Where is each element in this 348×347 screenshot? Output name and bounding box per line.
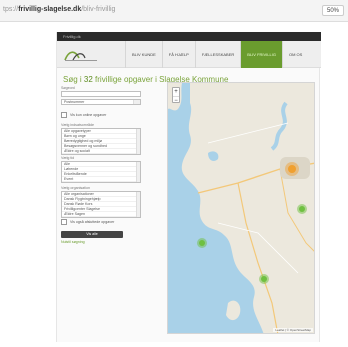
url-text[interactable]: tps://frivillig-slagelse.dk/bliv-frivill… bbox=[3, 6, 115, 13]
zoom-out-button[interactable]: − bbox=[173, 96, 179, 104]
area-group: Vælg indsatsområde Alle opgavetyper Børn… bbox=[61, 123, 141, 155]
nav-item-bliv-frivillig[interactable]: Bliv frivillig bbox=[240, 41, 282, 68]
map-canvas[interactable] bbox=[168, 83, 315, 334]
nav-item-faellesskaber[interactable]: Fællesskaber bbox=[194, 41, 240, 68]
filter-sidebar: Søgeord Postnummer Vis kun online opgave… bbox=[61, 86, 141, 336]
org-listbox[interactable]: Alle organisationer Dansk Flygtningehjæl… bbox=[61, 191, 141, 218]
also-show-group: Vis også afsluttede opgaver bbox=[61, 218, 141, 225]
online-only-group: Vis kun online opgaver bbox=[61, 111, 141, 118]
map-cluster-marker bbox=[299, 206, 305, 212]
topbar-text: Frivillig.dk bbox=[63, 34, 81, 39]
web-page: Frivillig.dk Bliv kunde Få hjælp Fælless… bbox=[56, 32, 321, 342]
list-item[interactable]: Ældre og socialt bbox=[62, 149, 140, 154]
main-navigation: Bliv kunde Få hjælp Fællesskaber Bliv fr… bbox=[125, 41, 308, 68]
nav-item-om-os[interactable]: Om os bbox=[281, 41, 308, 68]
url-domain: frivillig-slagelse.dk bbox=[18, 6, 82, 13]
zoom-in-button[interactable]: + bbox=[173, 88, 179, 96]
also-show-label: Vis også afsluttede opgaver bbox=[70, 219, 115, 224]
postcode-value: Postnummer bbox=[64, 100, 85, 104]
area-scrollbar[interactable] bbox=[136, 129, 140, 154]
map-cluster-marker bbox=[288, 165, 296, 173]
map-land bbox=[181, 83, 314, 333]
also-show-checkbox[interactable]: Vis også afsluttede opgaver bbox=[61, 218, 141, 225]
online-only-checkbox[interactable]: Vis kun online opgaver bbox=[61, 111, 141, 118]
map-attribution[interactable]: Leaflet | © OpenStreetMap bbox=[273, 328, 313, 332]
list-item[interactable]: Ældre Sagen bbox=[62, 212, 140, 217]
time-group: Vælg tid Alle Løbende Enkeltstående Even… bbox=[61, 156, 141, 183]
search-input[interactable] bbox=[61, 91, 141, 97]
site-logo[interactable] bbox=[63, 46, 99, 64]
url-prefix: tps:// bbox=[3, 6, 19, 13]
map-cluster-marker bbox=[261, 276, 267, 282]
url-path: /bliv-frivillig bbox=[81, 6, 116, 13]
checkbox-icon[interactable] bbox=[61, 111, 67, 118]
postcode-input[interactable]: Postnummer bbox=[61, 99, 141, 105]
actions-group: Vis alle Nulstil søgning bbox=[61, 231, 141, 244]
nav-item-bliv-kunde[interactable]: Bliv kunde bbox=[125, 41, 162, 68]
map-zoom-control: + − bbox=[172, 87, 180, 104]
title-prefix: Søg i bbox=[63, 75, 82, 84]
nav-item-faa-hjaelp[interactable]: Få hjælp bbox=[161, 41, 195, 68]
show-all-button[interactable]: Vis alle bbox=[61, 231, 123, 238]
time-scrollbar[interactable] bbox=[136, 162, 140, 182]
map-cluster-marker bbox=[199, 240, 205, 246]
browser-address-bar[interactable]: tps://frivillig-slagelse.dk/bliv-frivill… bbox=[0, 0, 348, 22]
site-header: Bliv kunde Få hjælp Fællesskaber Bliv fr… bbox=[57, 41, 321, 68]
list-item[interactable]: Event bbox=[62, 177, 140, 182]
site-topbar: Frivillig.dk bbox=[57, 32, 321, 41]
map-island-south bbox=[226, 300, 241, 321]
zoom-indicator[interactable]: 50% bbox=[321, 5, 344, 16]
online-only-label: Vis kun online opgaver bbox=[70, 112, 107, 117]
time-listbox[interactable]: Alle Løbende Enkeltstående Event bbox=[61, 161, 141, 183]
checkbox-icon[interactable] bbox=[61, 218, 67, 225]
postcode-group: Søgeord Postnummer bbox=[61, 86, 141, 105]
area-listbox[interactable]: Alle opgavetyper Børn og unge Bæredygtig… bbox=[61, 128, 141, 155]
org-scrollbar[interactable] bbox=[136, 192, 140, 217]
reset-search-link[interactable]: Nulstil søgning bbox=[61, 240, 141, 244]
postcode-dropdown-icon[interactable] bbox=[133, 100, 140, 104]
title-count: 32 bbox=[83, 75, 93, 84]
map-view[interactable]: + − Leaflet | © OpenStreetMap bbox=[167, 82, 315, 334]
org-group: Vælg organisation Alle organisationer Da… bbox=[61, 186, 141, 218]
